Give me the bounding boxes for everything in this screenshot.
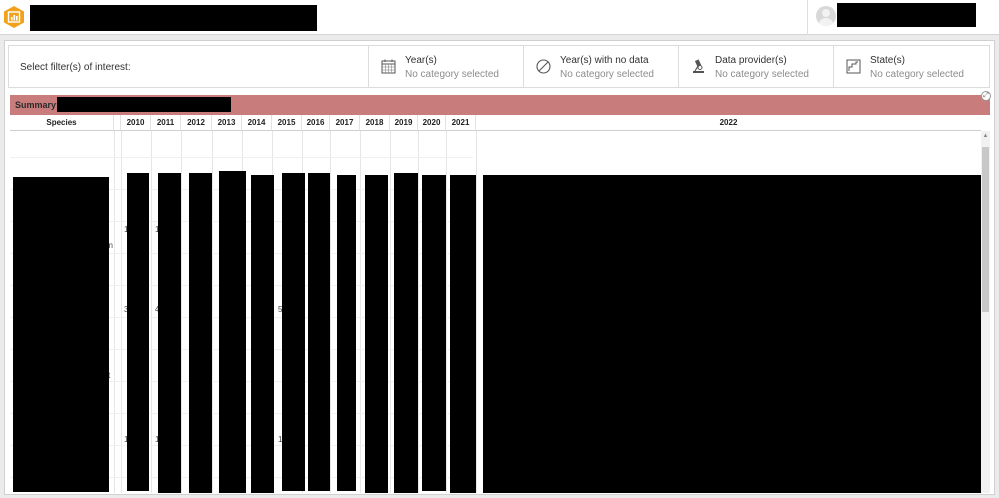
filter-years[interactable]: Year(s) No category selected — [368, 46, 523, 87]
filter-data-providers-title: Data provider(s) — [715, 55, 787, 66]
column-header-year[interactable]: 2011 — [151, 115, 181, 131]
column-header-year[interactable]: 2022 — [476, 115, 981, 131]
column-header-species[interactable]: Species — [10, 115, 114, 131]
summary-label: Summary: — [15, 100, 60, 110]
table-scrollbar[interactable]: ▲ — [981, 131, 990, 493]
column-header-year[interactable]: 2018 — [360, 115, 390, 131]
filter-years-title: Year(s) — [405, 55, 437, 66]
filter-states[interactable]: State(s) No category selected — [833, 46, 988, 87]
column-header-year[interactable]: 2016 — [302, 115, 330, 131]
year-2014-redacted — [251, 175, 274, 493]
dashboard-panel: Select filter(s) of interest: Year(s) No… — [4, 40, 995, 495]
row-divider — [10, 157, 473, 158]
year-2015-redacted — [282, 173, 305, 491]
column-header-year[interactable]: 2019 — [390, 115, 418, 131]
filter-bar: Select filter(s) of interest: Year(s) No… — [8, 45, 990, 88]
species-table: Species 2010 2011 2012 2013 2014 2015 20… — [10, 115, 990, 493]
user-name-redacted[interactable] — [837, 3, 976, 27]
grid-line — [121, 131, 122, 493]
column-header-year[interactable]: 2012 — [181, 115, 212, 131]
grid-line — [418, 131, 419, 493]
filter-years-value: No category selected — [405, 69, 499, 80]
column-header-year[interactable]: 2010 — [121, 115, 151, 131]
expand-icon[interactable]: ⤢ — [981, 91, 991, 101]
calendar-icon — [381, 59, 396, 74]
data-provider-icon — [693, 59, 704, 73]
year-2016-redacted — [308, 173, 330, 491]
filter-prompt: Select filter(s) of interest: — [20, 62, 131, 73]
column-header-year[interactable]: 2021 — [446, 115, 476, 131]
column-header-year[interactable]: 2015 — [272, 115, 302, 131]
header-divider — [807, 0, 808, 35]
column-header-year[interactable]: 2017 — [330, 115, 360, 131]
app-header — [0, 0, 999, 35]
column-header-year[interactable]: 2020 — [418, 115, 446, 131]
user-avatar-icon[interactable] — [816, 6, 836, 26]
filter-data-providers[interactable]: Data provider(s) No category selected — [678, 46, 833, 87]
filter-data-providers-value: No category selected — [715, 69, 809, 80]
column-header-year[interactable]: 2014 — [242, 115, 272, 131]
app-title-redacted — [30, 5, 317, 31]
year-2019-redacted — [394, 173, 418, 493]
no-data-icon — [536, 59, 551, 74]
grid-line — [151, 131, 152, 493]
column-header-year[interactable]: 2013 — [212, 115, 242, 131]
year-2020-redacted — [422, 175, 446, 491]
scroll-up-icon[interactable]: ▲ — [982, 133, 989, 140]
grid-line — [330, 131, 331, 493]
filter-years-no-data[interactable]: Year(s) with no data No category selecte… — [523, 46, 678, 87]
filter-states-title: State(s) — [870, 55, 906, 66]
year-2013-redacted — [219, 171, 246, 493]
grid-line — [360, 131, 361, 493]
state-map-icon — [846, 59, 861, 74]
year-2017-redacted — [337, 175, 356, 491]
year-2018-redacted — [365, 175, 388, 493]
app-logo-icon[interactable] — [3, 6, 25, 28]
filter-years-no-data-value: No category selected — [560, 69, 654, 80]
grid-line — [212, 131, 213, 493]
filter-states-value: No category selected — [870, 69, 964, 80]
scroll-thumb[interactable] — [982, 147, 989, 312]
column-header-spacer — [114, 115, 121, 131]
grid-line — [390, 131, 391, 493]
year-2010-redacted — [127, 173, 149, 491]
year-2011-redacted — [158, 173, 181, 493]
year-2021-redacted — [450, 175, 476, 493]
grid-line — [476, 131, 477, 493]
filter-years-no-data-title: Year(s) with no data — [560, 55, 649, 66]
grid-line — [181, 131, 182, 493]
summary-bar: Summary: — [10, 95, 990, 115]
summary-value-redacted — [57, 97, 231, 112]
grid-line — [446, 131, 447, 493]
year-2022-redacted — [483, 175, 981, 493]
year-2012-redacted — [189, 173, 212, 493]
species-column-redacted — [13, 177, 109, 492]
grid-line — [114, 131, 115, 493]
